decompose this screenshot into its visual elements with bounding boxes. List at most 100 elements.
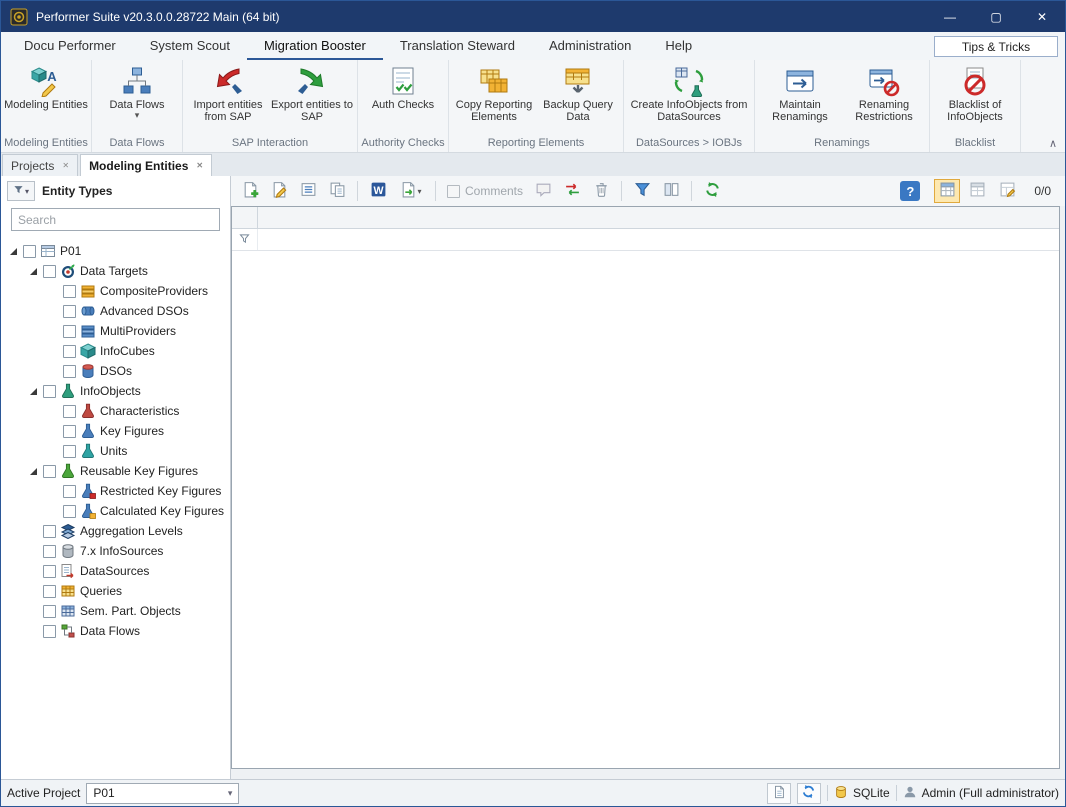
entity-filter-button[interactable]: ▾ — [7, 181, 35, 201]
close-icon[interactable]: ✕ — [196, 161, 203, 170]
help-button[interactable]: ? — [900, 181, 920, 201]
tree-item-reusable-key-figures[interactable]: Reusable Key Figures — [1, 461, 230, 481]
grid-filter-icon-cell[interactable] — [232, 229, 258, 250]
tree-expander-icon[interactable] — [27, 267, 39, 276]
tree-checkbox[interactable] — [43, 385, 56, 398]
create-infoobjects-from-datasources-button[interactable]: Create InfoObjects from DataSources — [627, 62, 751, 123]
view-grid-button[interactable] — [934, 179, 960, 203]
tree-checkbox[interactable] — [43, 265, 56, 278]
add-entity-button[interactable] — [237, 179, 263, 203]
tab-projects[interactable]: Projects ✕ — [2, 154, 78, 176]
delete-button[interactable] — [588, 179, 614, 203]
details-button[interactable] — [295, 179, 321, 203]
comments-checkbox[interactable] — [447, 185, 460, 198]
tree-checkbox[interactable] — [63, 505, 76, 518]
tree-checkbox[interactable] — [63, 485, 76, 498]
tree-checkbox[interactable] — [43, 585, 56, 598]
tree-item-p01[interactable]: P01 — [1, 241, 230, 261]
copy-button[interactable] — [324, 179, 350, 203]
ribbon-collapse-button[interactable]: ∧ — [1049, 137, 1057, 150]
user-status[interactable]: Admin (Full administrator) — [903, 785, 1059, 802]
tree-checkbox[interactable] — [43, 605, 56, 618]
minimize-button[interactable]: — — [927, 1, 973, 32]
columns-button[interactable] — [658, 179, 684, 203]
tree-item-queries[interactable]: Queries — [1, 581, 230, 601]
word-export-button[interactable]: W — [365, 179, 391, 203]
export-button[interactable]: ▾ — [394, 179, 428, 203]
tree-expander-icon[interactable] — [27, 387, 39, 396]
menu-item-help[interactable]: Help — [648, 32, 709, 60]
tab-modeling-entities[interactable]: Modeling Entities ✕ — [80, 154, 212, 176]
comment-button[interactable] — [530, 179, 556, 203]
menu-item-docu-performer[interactable]: Docu Performer — [7, 32, 133, 60]
tree-checkbox[interactable] — [43, 525, 56, 538]
backup-query-data-button[interactable]: Backup Query Data — [536, 62, 620, 123]
tree-checkbox[interactable] — [43, 625, 56, 638]
menu-item-administration[interactable]: Administration — [532, 32, 648, 60]
close-icon[interactable]: ✕ — [62, 161, 69, 170]
tree-checkbox[interactable] — [63, 405, 76, 418]
tree-item-key-figures[interactable]: Key Figures — [1, 421, 230, 441]
tree-checkbox[interactable] — [63, 285, 76, 298]
tree-item-infocubes[interactable]: InfoCubes — [1, 341, 230, 361]
tree-checkbox[interactable] — [43, 545, 56, 558]
active-project-select[interactable]: P01 ▾ — [86, 783, 239, 804]
tree-checkbox[interactable] — [43, 465, 56, 478]
tree-checkbox[interactable] — [63, 325, 76, 338]
reconnect-button[interactable] — [797, 783, 821, 804]
tree-checkbox[interactable] — [63, 445, 76, 458]
search-input[interactable] — [18, 213, 213, 227]
tree-item-units[interactable]: Units — [1, 441, 230, 461]
tree-checkbox[interactable] — [43, 565, 56, 578]
tree-checkbox[interactable] — [63, 345, 76, 358]
tree-item-sem-part-objects[interactable]: Sem. Part. Objects — [1, 601, 230, 621]
refresh-button[interactable] — [699, 179, 725, 203]
tree-item-restricted-key-figures[interactable]: Restricted Key Figures — [1, 481, 230, 501]
menu-item-system-scout[interactable]: System Scout — [133, 32, 247, 60]
refresh-icon — [704, 181, 721, 201]
log-button[interactable] — [767, 783, 791, 804]
tree-item-characteristics[interactable]: Characteristics — [1, 401, 230, 421]
renaming-restrictions-button[interactable]: Renaming Restrictions — [842, 62, 926, 123]
comments-toggle[interactable]: Comments — [447, 184, 523, 198]
menu-item-translation-steward[interactable]: Translation Steward — [383, 32, 532, 60]
tree-item-dsos[interactable]: DSOs — [1, 361, 230, 381]
tree-checkbox[interactable] — [63, 425, 76, 438]
tree-item-advanced-dsos[interactable]: Advanced DSOs — [1, 301, 230, 321]
grid-header-cell[interactable] — [258, 207, 1059, 228]
ribbon-button-label: Export entities to SAP — [270, 99, 354, 123]
modeling-entities-button[interactable]: AModeling Entities — [4, 62, 88, 111]
tree-expander-icon[interactable] — [27, 467, 39, 476]
tree-item-data-targets[interactable]: Data Targets — [1, 261, 230, 281]
filter-button[interactable] — [629, 179, 655, 203]
tree-item-calculated-key-figures[interactable]: Calculated Key Figures — [1, 501, 230, 521]
maximize-button[interactable]: ▢ — [973, 1, 1019, 32]
tips-tricks-button[interactable]: Tips & Tricks — [934, 36, 1058, 57]
tree-item-aggregation-levels[interactable]: Aggregation Levels — [1, 521, 230, 541]
menu-item-migration-booster[interactable]: Migration Booster — [247, 32, 383, 60]
tree-checkbox[interactable] — [23, 245, 36, 258]
tree-checkbox[interactable] — [63, 365, 76, 378]
data-flows-button[interactable]: Data Flows▾ — [95, 62, 179, 119]
tree-item-data-flows[interactable]: Data Flows — [1, 621, 230, 641]
tree-item-multiproviders[interactable]: MultiProviders — [1, 321, 230, 341]
view-layout-button[interactable] — [994, 179, 1020, 203]
import-entities-from-sap-button[interactable]: Import entities from SAP — [186, 62, 270, 123]
view-list-button[interactable] — [964, 179, 990, 203]
tree-item-infoobjects[interactable]: InfoObjects — [1, 381, 230, 401]
grid-filter-input-cell[interactable] — [258, 229, 1059, 250]
sync-arrows-button[interactable] — [559, 179, 585, 203]
tree-checkbox[interactable] — [63, 305, 76, 318]
edit-entity-button[interactable] — [266, 179, 292, 203]
tree-item-datasources[interactable]: DataSources — [1, 561, 230, 581]
database-status[interactable]: SQLite — [834, 785, 890, 802]
blacklist-of-infoobjects-button[interactable]: Blacklist of InfoObjects — [933, 62, 1017, 123]
maintain-renamings-button[interactable]: Maintain Renamings — [758, 62, 842, 123]
export-entities-to-sap-button[interactable]: Export entities to SAP — [270, 62, 354, 123]
close-button[interactable]: ✕ — [1019, 1, 1065, 32]
tree-item-7-x-infosources[interactable]: 7.x InfoSources — [1, 541, 230, 561]
tree-expander-icon[interactable] — [7, 247, 19, 256]
tree-item-compositeproviders[interactable]: CompositeProviders — [1, 281, 230, 301]
copy-reporting-elements-button[interactable]: Copy Reporting Elements — [452, 62, 536, 123]
auth-checks-button[interactable]: Auth Checks — [361, 62, 445, 111]
